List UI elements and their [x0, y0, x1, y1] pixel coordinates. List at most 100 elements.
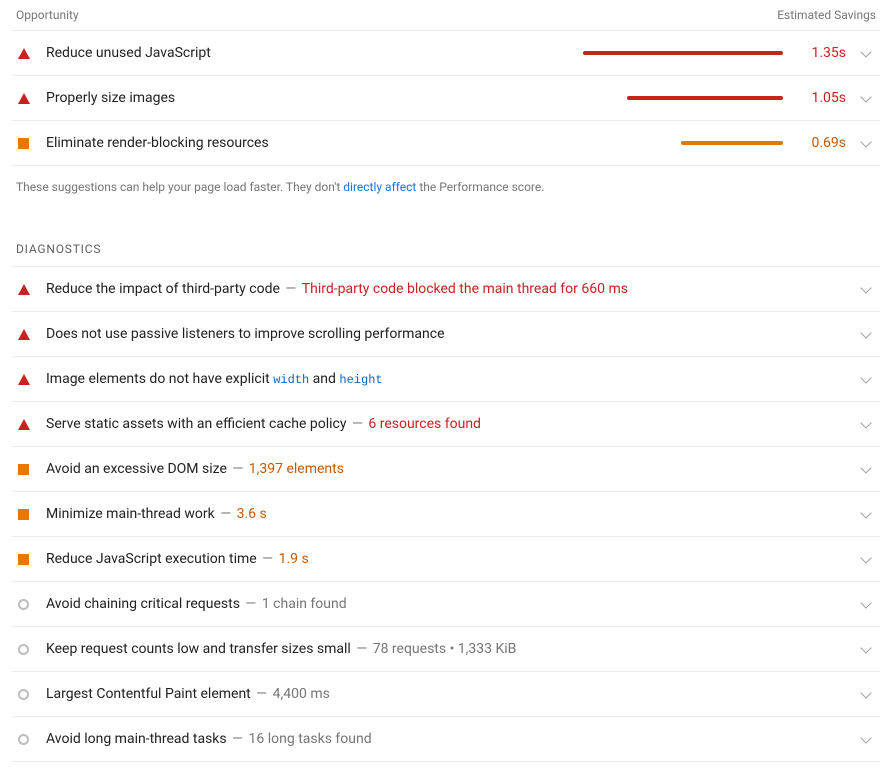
chevron-down-icon: [860, 642, 871, 653]
diagnostic-row[interactable]: Keep request counts low and transfer siz…: [12, 627, 880, 672]
chevron-down-icon: [860, 46, 871, 57]
code-token: width: [273, 373, 309, 387]
expand-toggle[interactable]: [846, 141, 874, 146]
diagnostic-title: Image elements do not have explicit widt…: [46, 371, 846, 387]
expand-toggle[interactable]: [846, 96, 874, 101]
diagnostic-title: Keep request counts low and transfer siz…: [46, 641, 846, 657]
opportunity-title: Properly size images: [46, 90, 581, 106]
diagnostic-title: Does not use passive listeners to improv…: [46, 326, 846, 342]
diagnostic-title-text: Does not use passive listeners to improv…: [46, 326, 445, 342]
diagnostic-detail: 1,397 elements: [249, 461, 344, 477]
chevron-down-icon: [860, 687, 871, 698]
average-square-icon: [18, 464, 29, 475]
diagnostic-detail: 16 long tasks found: [249, 731, 372, 747]
savings-bar-cell: [581, 51, 791, 55]
diagnostic-title-text: Minimize main-thread work: [46, 506, 215, 522]
chevron-down-icon: [860, 372, 871, 383]
diagnostic-title-text: Avoid long main-thread tasks: [46, 731, 227, 747]
opportunity-title: Reduce unused JavaScript: [46, 45, 581, 61]
expand-toggle[interactable]: [846, 602, 874, 607]
diagnostic-title-text: and: [309, 371, 339, 387]
fail-triangle-icon: [18, 284, 30, 295]
diagnostic-detail: 1 chain found: [262, 596, 347, 612]
diagnostic-title: Minimize main-thread work — 3.6 s: [46, 506, 846, 522]
savings-value: 1.05s: [791, 90, 846, 106]
status-icon-cell: [18, 644, 46, 655]
expand-toggle[interactable]: [846, 557, 874, 562]
expand-toggle[interactable]: [846, 737, 874, 742]
savings-bar-cell: [581, 96, 791, 100]
opportunity-row[interactable]: Properly size images 1.05s: [12, 76, 880, 121]
diagnostic-title-text: Image elements do not have explicit: [46, 371, 273, 387]
expand-toggle[interactable]: [846, 287, 874, 292]
chevron-down-icon: [860, 462, 871, 473]
chevron-down-icon: [860, 327, 871, 338]
status-icon-cell: [18, 93, 46, 104]
header-opportunity: Opportunity: [16, 8, 79, 22]
header-estimated-savings: Estimated Savings: [777, 8, 876, 22]
savings-value: 0.69s: [791, 135, 846, 151]
diagnostic-row[interactable]: Reduce the impact of third-party code — …: [12, 267, 880, 312]
diagnostic-row[interactable]: Largest Contentful Paint element — 4,400…: [12, 672, 880, 717]
status-icon-cell: [18, 554, 46, 565]
opportunity-title: Eliminate render-blocking resources: [46, 135, 581, 151]
expand-toggle[interactable]: [846, 512, 874, 517]
status-icon-cell: [18, 374, 46, 385]
status-icon-cell: [18, 284, 46, 295]
chevron-down-icon: [860, 597, 871, 608]
status-icon-cell: [18, 734, 46, 745]
opportunities-footnote: These suggestions can help your page loa…: [12, 166, 880, 194]
diagnostic-row[interactable]: Avoid chaining critical requests — 1 cha…: [12, 582, 880, 627]
diagnostic-row[interactable]: Reduce JavaScript execution time — 1.9 s: [12, 537, 880, 582]
diagnostic-detail: 1.9 s: [279, 551, 309, 567]
expand-toggle[interactable]: [846, 332, 874, 337]
status-icon-cell: [18, 419, 46, 430]
diagnostics-heading: DIAGNOSTICS: [12, 194, 880, 266]
diagnostic-title-text: Avoid an excessive DOM size: [46, 461, 227, 477]
average-square-icon: [18, 509, 29, 520]
diagnostic-detail: 3.6 s: [237, 506, 267, 522]
diagnostic-row[interactable]: Avoid an excessive DOM size — 1,397 elem…: [12, 447, 880, 492]
diagnostics-list: Reduce the impact of third-party code — …: [12, 266, 880, 762]
expand-toggle[interactable]: [846, 647, 874, 652]
status-icon-cell: [18, 689, 46, 700]
diagnostic-detail: Third-party code blocked the main thread…: [302, 281, 628, 297]
average-square-icon: [18, 138, 29, 149]
chevron-down-icon: [860, 91, 871, 102]
diagnostic-row[interactable]: Does not use passive listeners to improv…: [12, 312, 880, 357]
dash-separator: —: [242, 596, 260, 612]
diagnostic-title: Avoid an excessive DOM size — 1,397 elem…: [46, 461, 846, 477]
chevron-down-icon: [860, 732, 871, 743]
info-circle-icon: [18, 734, 29, 745]
expand-toggle[interactable]: [846, 377, 874, 382]
opportunity-row[interactable]: Reduce unused JavaScript1.35s: [12, 31, 880, 76]
dash-separator: —: [282, 281, 300, 297]
diagnostic-title: Reduce the impact of third-party code — …: [46, 281, 846, 297]
savings-bar-cell: [581, 141, 791, 145]
opportunities-list: Reduce unused JavaScript1.35sProperly si…: [12, 30, 880, 166]
diagnostic-detail: 4,400 ms: [273, 686, 330, 702]
savings-bar: [627, 96, 783, 100]
opportunities-header: Opportunity Estimated Savings: [12, 8, 880, 30]
status-icon-cell: [18, 509, 46, 520]
diagnostic-row[interactable]: Serve static assets with an efficient ca…: [12, 402, 880, 447]
diagnostic-title: Largest Contentful Paint element — 4,400…: [46, 686, 846, 702]
diagnostic-row[interactable]: Minimize main-thread work — 3.6 s: [12, 492, 880, 537]
diagnostic-row[interactable]: Avoid long main-thread tasks — 16 long t…: [12, 717, 880, 762]
opportunity-row[interactable]: Eliminate render-blocking resources 0.69s: [12, 121, 880, 166]
dash-separator: —: [253, 686, 271, 702]
chevron-down-icon: [860, 552, 871, 563]
expand-toggle[interactable]: [846, 692, 874, 697]
dash-separator: —: [353, 641, 371, 657]
average-square-icon: [18, 554, 29, 565]
diagnostic-title-text: Serve static assets with an efficient ca…: [46, 416, 346, 432]
expand-toggle[interactable]: [846, 51, 874, 56]
footnote-pre: These suggestions can help your page loa…: [16, 180, 343, 194]
footnote-link[interactable]: directly affect: [343, 180, 416, 194]
savings-bar: [583, 51, 783, 55]
expand-toggle[interactable]: [846, 422, 874, 427]
diagnostic-row[interactable]: Image elements do not have explicit widt…: [12, 357, 880, 402]
diagnostic-title-text: Reduce the impact of third-party code: [46, 281, 280, 297]
expand-toggle[interactable]: [846, 467, 874, 472]
fail-triangle-icon: [18, 48, 30, 59]
